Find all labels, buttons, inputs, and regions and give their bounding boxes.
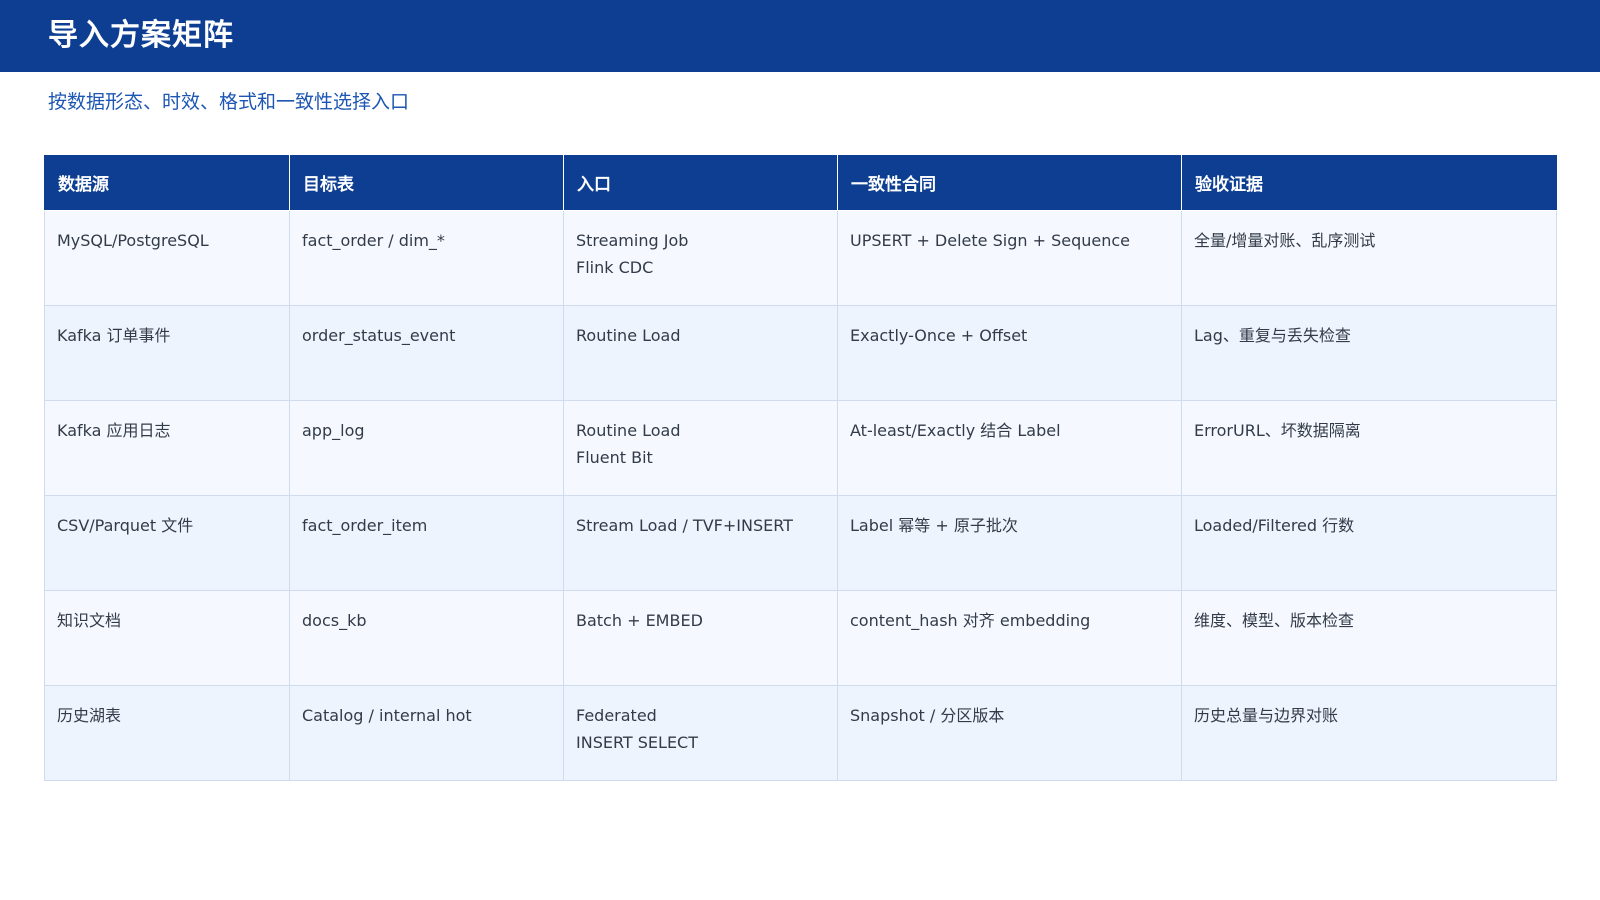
column-header-target: 目标表 bbox=[289, 155, 564, 211]
cell-source: Kafka 订单事件 bbox=[44, 304, 290, 401]
cell-entry: Batch + EMBED bbox=[563, 589, 838, 686]
cell-evidence: 历史总量与边界对账 bbox=[1181, 684, 1557, 781]
table-row: CSV/Parquet 文件 fact_order_item Stream Lo… bbox=[44, 494, 1557, 591]
page-subtitle: 按数据形态、时效、格式和一致性选择入口 bbox=[48, 91, 410, 113]
table-body: MySQL/PostgreSQL fact_order / dim_* Stre… bbox=[44, 209, 1557, 781]
cell-evidence: Lag、重复与丢失检查 bbox=[1181, 304, 1557, 401]
cell-contract: Snapshot / 分区版本 bbox=[837, 684, 1182, 781]
cell-entry-line: Routine Load bbox=[576, 420, 681, 440]
cell-entry-line: INSERT SELECT bbox=[576, 732, 698, 752]
cell-entry-line: Flink CDC bbox=[576, 257, 654, 277]
column-header-evidence: 验收证据 bbox=[1181, 155, 1557, 211]
cell-contract: UPSERT + Delete Sign + Sequence bbox=[837, 209, 1182, 306]
cell-entry: Federated INSERT SELECT bbox=[563, 684, 838, 781]
cell-entry-line: Routine Load bbox=[576, 325, 681, 345]
cell-entry-line: Fluent Bit bbox=[576, 447, 653, 467]
cell-entry-line: Streaming Job bbox=[576, 230, 689, 250]
cell-entry-line: Batch + EMBED bbox=[576, 610, 703, 630]
cell-entry: Streaming Job Flink CDC bbox=[563, 209, 838, 306]
cell-contract: Exactly-Once + Offset bbox=[837, 304, 1182, 401]
cell-contract: content_hash 对齐 embedding bbox=[837, 589, 1182, 686]
column-header-contract: 一致性合同 bbox=[837, 155, 1182, 211]
cell-entry-line: Stream Load / TVF+INSERT bbox=[576, 515, 793, 535]
cell-source: Kafka 应用日志 bbox=[44, 399, 290, 496]
cell-target: app_log bbox=[289, 399, 564, 496]
cell-contract: Label 幂等 + 原子批次 bbox=[837, 494, 1182, 591]
cell-evidence: ErrorURL、坏数据隔离 bbox=[1181, 399, 1557, 496]
cell-evidence: 维度、模型、版本检查 bbox=[1181, 589, 1557, 686]
cell-contract: At-least/Exactly 结合 Label bbox=[837, 399, 1182, 496]
table-row: Kafka 应用日志 app_log Routine Load Fluent B… bbox=[44, 399, 1557, 496]
table-row: 知识文档 docs_kb Batch + EMBED content_hash … bbox=[44, 589, 1557, 686]
cell-source: CSV/Parquet 文件 bbox=[44, 494, 290, 591]
column-header-entry: 入口 bbox=[563, 155, 838, 211]
import-matrix-table: 数据源 目标表 入口 一致性合同 验收证据 MySQL/PostgreSQL f… bbox=[44, 155, 1557, 781]
table-header-row: 数据源 目标表 入口 一致性合同 验收证据 bbox=[44, 155, 1557, 211]
page-title: 导入方案矩阵 bbox=[48, 18, 234, 53]
cell-target: fact_order_item bbox=[289, 494, 564, 591]
cell-source: MySQL/PostgreSQL bbox=[44, 209, 290, 306]
cell-entry: Stream Load / TVF+INSERT bbox=[563, 494, 838, 591]
table-row: Kafka 订单事件 order_status_event Routine Lo… bbox=[44, 304, 1557, 401]
table-row: MySQL/PostgreSQL fact_order / dim_* Stre… bbox=[44, 209, 1557, 306]
table-row: 历史湖表 Catalog / internal hot Federated IN… bbox=[44, 684, 1557, 781]
cell-evidence: 全量/增量对账、乱序测试 bbox=[1181, 209, 1557, 306]
cell-target: fact_order / dim_* bbox=[289, 209, 564, 306]
title-bar: 导入方案矩阵 bbox=[0, 0, 1600, 72]
column-header-source: 数据源 bbox=[44, 155, 290, 211]
cell-evidence: Loaded/Filtered 行数 bbox=[1181, 494, 1557, 591]
cell-entry: Routine Load bbox=[563, 304, 838, 401]
cell-target: Catalog / internal hot bbox=[289, 684, 564, 781]
cell-entry-line: Federated bbox=[576, 705, 657, 725]
cell-source: 知识文档 bbox=[44, 589, 290, 686]
cell-target: docs_kb bbox=[289, 589, 564, 686]
cell-entry: Routine Load Fluent Bit bbox=[563, 399, 838, 496]
cell-source: 历史湖表 bbox=[44, 684, 290, 781]
cell-target: order_status_event bbox=[289, 304, 564, 401]
